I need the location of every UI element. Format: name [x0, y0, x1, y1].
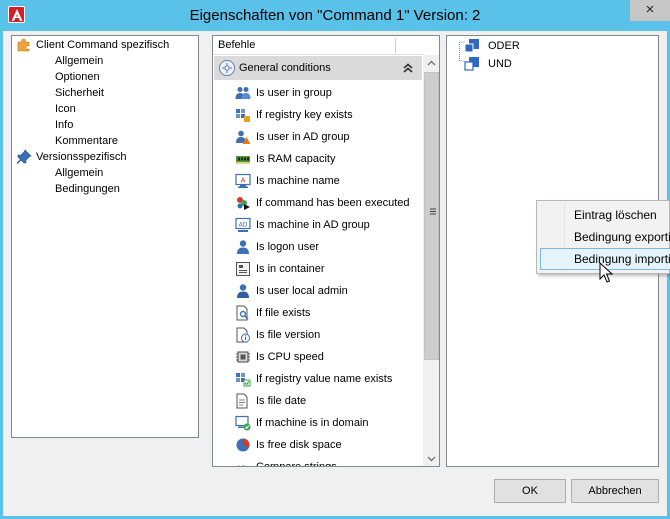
column-separator: [395, 38, 396, 53]
ad-machine-icon: AD: [235, 217, 251, 233]
tree-item-sicherheit[interactable]: Sicherheit: [55, 85, 104, 101]
command-item[interactable]: AD Is machine in AD group: [233, 214, 423, 236]
tree-item-bedingungen[interactable]: Bedingungen: [55, 181, 120, 197]
command-item[interactable]: Is in container: [233, 258, 423, 280]
logic-block-icon: [464, 38, 480, 54]
commands-scrollbar[interactable]: [423, 55, 439, 466]
registry-value-icon: [235, 371, 251, 387]
command-label: Is machine name: [256, 175, 340, 187]
command-item[interactable]: Is user in group: [233, 82, 423, 104]
admin-user-icon: [235, 283, 251, 299]
command-item[interactable]: If registry value name exists: [233, 368, 423, 390]
pin-icon: [16, 149, 32, 165]
domain-machine-icon: [235, 415, 251, 431]
menu-item-export-condition[interactable]: Bedingung exportieren: [540, 226, 670, 248]
conditions-group-icon: [219, 60, 235, 76]
user-icon: [235, 239, 251, 255]
tree-item-info[interactable]: Info: [55, 117, 73, 133]
svg-text:AD: AD: [239, 222, 248, 229]
command-label: Is logon user: [256, 241, 319, 253]
command-label: Is CPU speed: [256, 351, 324, 363]
commands-list[interactable]: Befehle General conditions Is user in gr…: [212, 35, 440, 467]
command-label: If registry value name exists: [256, 373, 393, 385]
cancel-button[interactable]: Abbrechen: [571, 479, 659, 503]
disk-pie-icon: [235, 437, 251, 453]
puzzle-icon: [16, 37, 32, 53]
tree-item-allgemein[interactable]: Allgemein: [55, 53, 103, 69]
condition-label: UND: [488, 58, 512, 70]
tree-item-icon[interactable]: Icon: [55, 101, 76, 117]
svg-text:Ab: Ab: [236, 465, 248, 467]
command-item[interactable]: Is free disk space: [233, 434, 423, 456]
command-group-header[interactable]: General conditions: [214, 56, 422, 80]
column-header-label: Befehle: [218, 39, 256, 51]
file-search-icon: [235, 305, 251, 321]
command-item[interactable]: If registry key exists: [233, 104, 423, 126]
scroll-down-button[interactable]: [423, 450, 439, 466]
command-label: Is user in group: [256, 87, 332, 99]
command-label: Is file version: [256, 329, 321, 341]
command-group-label: General conditions: [239, 62, 331, 74]
command-label: If registry key exists: [256, 109, 353, 121]
command-label: If command has been executed: [256, 197, 410, 209]
command-label: Is user in AD group: [256, 131, 350, 143]
command-icon: [235, 195, 251, 211]
scroll-up-button[interactable]: [423, 55, 439, 72]
condition-label: ODER: [488, 40, 520, 52]
command-item[interactable]: A Is machine name: [233, 170, 423, 192]
command-item[interactable]: Is file date: [233, 390, 423, 412]
file-info-icon: [235, 327, 251, 343]
tree-item-optionen[interactable]: Optionen: [55, 69, 100, 85]
command-label: Is user local admin: [256, 285, 348, 297]
command-item[interactable]: Is user local admin: [233, 280, 423, 302]
container-icon: [235, 261, 251, 277]
command-item[interactable]: If command has been executed: [233, 192, 423, 214]
command-item[interactable]: If machine is in domain: [233, 412, 423, 434]
window-title: Eigenschaften von "Command 1" Version: 2: [189, 7, 481, 24]
command-label: Is in container: [256, 263, 325, 275]
chevron-down-icon: [427, 456, 436, 462]
strings-icon: Ab: [235, 459, 251, 467]
command-label: Is RAM capacity: [256, 153, 336, 165]
commands-column-header[interactable]: Befehle: [213, 36, 423, 55]
svg-text:A: A: [241, 177, 246, 185]
tree-item-kommentare[interactable]: Kommentare: [55, 133, 118, 149]
command-item[interactable]: Is logon user: [233, 236, 423, 258]
close-button[interactable]: ×: [630, 0, 670, 21]
ad-user-icon: [235, 129, 251, 145]
settings-nav-tree[interactable]: Client Command spezifisch Allgemein Opti…: [11, 35, 199, 438]
menu-item-delete-entry[interactable]: Eintrag löschen: [540, 204, 670, 226]
command-label: Is free disk space: [256, 439, 342, 451]
tree-group-label: Versionsspezifisch: [36, 151, 127, 163]
ram-icon: [235, 151, 251, 167]
command-item[interactable]: Is user in AD group: [233, 126, 423, 148]
command-item[interactable]: Ab Compare strings: [233, 456, 423, 467]
monitor-icon: A: [235, 173, 251, 189]
command-label: If machine is in domain: [256, 417, 369, 429]
cpu-icon: [235, 349, 251, 365]
tree-item-allgemein[interactable]: Allgemein: [55, 165, 103, 181]
collapse-chevron-icon[interactable]: [401, 60, 415, 84]
command-item[interactable]: If file exists: [233, 302, 423, 324]
command-item[interactable]: Is file version: [233, 324, 423, 346]
splitter-grip-icon[interactable]: [429, 205, 437, 217]
command-label: Is file date: [256, 395, 307, 407]
chevron-up-icon: [427, 60, 436, 66]
command-label: If file exists: [256, 307, 311, 319]
file-date-icon: [235, 393, 251, 409]
command-item[interactable]: Is RAM capacity: [233, 148, 423, 170]
close-icon: ×: [645, 1, 655, 18]
tree-group-label: Client Command spezifisch: [36, 39, 170, 51]
title-bar: Eigenschaften von "Command 1" Version: 2…: [0, 0, 670, 31]
logic-block-icon: [464, 56, 480, 72]
command-label: Is machine in AD group: [256, 219, 370, 231]
mouse-cursor-icon: [599, 262, 613, 283]
registry-icon: [235, 107, 251, 123]
users-icon: [235, 85, 251, 101]
command-item[interactable]: Is CPU speed: [233, 346, 423, 368]
command-label: Compare strings: [256, 461, 337, 467]
ok-button[interactable]: OK: [494, 479, 566, 503]
